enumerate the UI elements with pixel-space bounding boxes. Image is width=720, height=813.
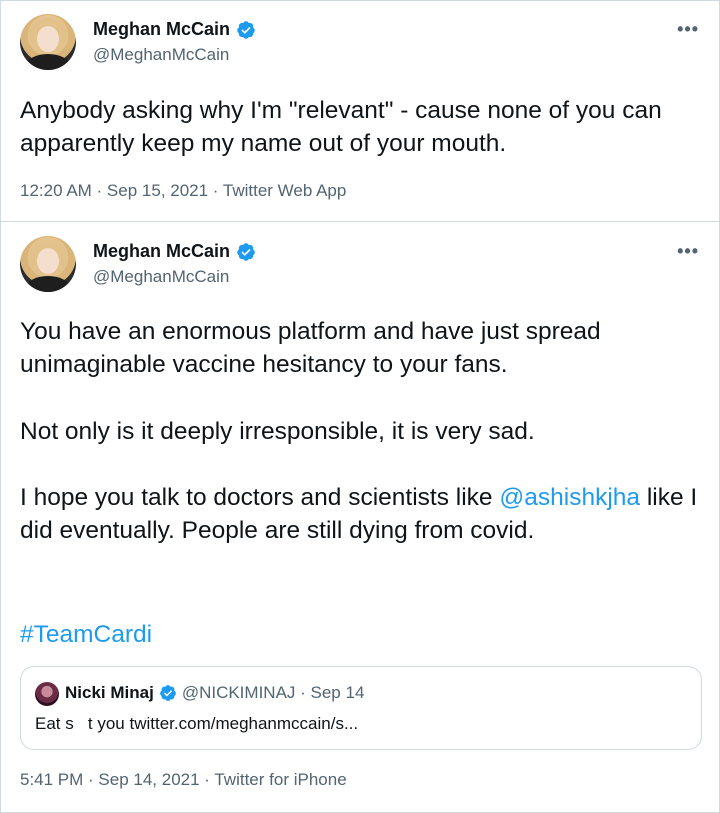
quoted-author-row: Nicki Minaj @NICKIMINAJ · Sep 14 xyxy=(65,683,364,703)
author-row: Meghan McCain xyxy=(93,19,256,40)
author-name[interactable]: Meghan McCain xyxy=(93,241,230,262)
tweet-paragraph-2: Not only is it deeply irresponsible, it … xyxy=(20,418,535,445)
verified-badge-icon xyxy=(237,20,255,39)
verified-badge-icon xyxy=(159,685,176,701)
mention-link[interactable]: @ashishkjha xyxy=(499,484,640,511)
verified-badge-icon xyxy=(237,242,255,261)
quoted-avatar[interactable] xyxy=(35,682,59,706)
paragraph-3-start: I hope you talk to doctors and scientist… xyxy=(20,484,500,511)
avatar-body xyxy=(26,54,70,70)
tweet-paragraph-3: I hope you talk to doctors and scientist… xyxy=(20,481,710,547)
quoted-handle-date[interactable]: @NICKIMINAJ · Sep 14 xyxy=(182,683,365,703)
tweet-2[interactable]: Meghan McCain @MeghanMcCain ••• You have… xyxy=(1,222,719,812)
avatar[interactable] xyxy=(20,236,76,292)
quoted-text: Eat s t you twitter.com/meghanmccain/s..… xyxy=(35,714,359,733)
more-options-icon[interactable]: ••• xyxy=(677,241,699,262)
tweet-text: Anybody asking why I'm "relevant" - caus… xyxy=(20,97,662,157)
tweet-paragraph-1: You have an enormous platform and have j… xyxy=(20,318,601,378)
avatar-face xyxy=(37,248,59,274)
quoted-tweet[interactable]: Nicki Minaj @NICKIMINAJ · Sep 14 Eat s t… xyxy=(20,666,702,750)
tweet-timestamp[interactable]: 5:41 PM · Sep 14, 2021 · Twitter for iPh… xyxy=(20,770,347,790)
tweet-timestamp[interactable]: 12:20 AM · Sep 15, 2021 · Twitter Web Ap… xyxy=(20,181,346,201)
avatar-body xyxy=(26,276,70,292)
author-name[interactable]: Meghan McCain xyxy=(93,19,230,40)
avatar[interactable] xyxy=(20,14,76,70)
quoted-author-name[interactable]: Nicki Minaj xyxy=(65,683,154,703)
author-handle[interactable]: @MeghanMcCain xyxy=(93,267,229,287)
hashtag-link[interactable]: #TeamCardi xyxy=(20,618,710,651)
author-handle[interactable]: @MeghanMcCain xyxy=(93,45,229,65)
more-options-icon[interactable]: ••• xyxy=(677,19,699,40)
avatar-face xyxy=(37,26,59,52)
tweet-1[interactable]: Meghan McCain @MeghanMcCain ••• Anybody … xyxy=(1,1,719,222)
author-row: Meghan McCain xyxy=(93,241,256,262)
